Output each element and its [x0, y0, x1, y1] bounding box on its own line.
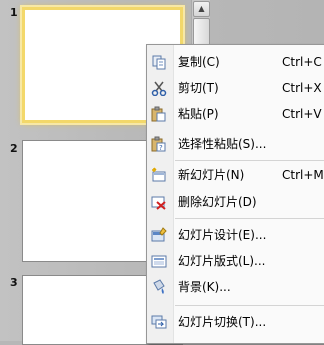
menu-item-label: 新幻灯片(N) [178, 168, 245, 182]
menu-item-label: 粘贴(P) [178, 107, 219, 121]
slide-design-icon [151, 227, 167, 243]
svg-text:?: ? [159, 144, 163, 152]
copy-icon [151, 54, 167, 70]
menu-item-new-slide[interactable]: 新幻灯片(N) Ctrl+M [147, 163, 324, 187]
menu-item-slide-layout[interactable]: 幻灯片版式(L)... [147, 249, 324, 273]
menu-item-label: 选择性粘贴(S)... [178, 137, 267, 151]
menu-item-label: 复制(C) [178, 55, 220, 69]
menu-item-cut[interactable]: 剪切(T) Ctrl+X [147, 76, 324, 100]
delete-slide-icon [151, 194, 167, 210]
menu-item-shortcut: Ctrl+V [282, 107, 322, 121]
background-icon [151, 279, 167, 295]
slide-number: 3 [10, 276, 18, 289]
menu-item-label: 幻灯片版式(L)... [178, 254, 266, 268]
menu-item-shortcut: Ctrl+C [282, 55, 322, 69]
menu-separator [175, 160, 324, 161]
menu-separator [175, 218, 324, 219]
menu-item-label: 剪切(T) [178, 81, 219, 95]
menu-item-background[interactable]: 背景(K)... [147, 275, 324, 299]
menu-item-label: 背景(K)... [178, 280, 231, 294]
scroll-up-arrow-icon[interactable]: ▲ [193, 1, 210, 17]
menu-item-copy[interactable]: 复制(C) Ctrl+C [147, 50, 324, 74]
paste-icon [151, 106, 167, 122]
paste-special-icon: ? [151, 136, 167, 152]
menu-item-shortcut: Ctrl+X [282, 81, 322, 95]
menu-item-label: 幻灯片设计(E)... [178, 228, 267, 242]
menu-item-shortcut: Ctrl+M [282, 168, 324, 182]
scissors-icon [151, 80, 167, 97]
menu-item-delete-slide[interactable]: 删除幻灯片(D) [147, 190, 324, 214]
new-slide-icon [151, 167, 167, 183]
slide-transition-icon [151, 314, 167, 330]
menu-item-paste[interactable]: 粘贴(P) Ctrl+V [147, 102, 324, 126]
menu-item-label: 幻灯片切换(T)... [178, 315, 267, 329]
slide-number: 2 [10, 142, 18, 155]
scrollbar-thumb[interactable] [193, 18, 210, 46]
menu-item-paste-special[interactable]: ? 选择性粘贴(S)... [147, 132, 324, 156]
slide-number: 1 [10, 6, 18, 19]
menu-item-slide-transition[interactable]: 幻灯片切换(T)... [147, 310, 324, 334]
menu-separator [175, 305, 324, 306]
context-menu: 复制(C) Ctrl+C 剪切(T) Ctrl+X 粘贴(P) Ctrl+V ?… [146, 44, 324, 344]
menu-item-slide-design[interactable]: 幻灯片设计(E)... [147, 223, 324, 247]
menu-item-label: 删除幻灯片(D) [178, 195, 257, 209]
slide-layout-icon [151, 253, 167, 269]
